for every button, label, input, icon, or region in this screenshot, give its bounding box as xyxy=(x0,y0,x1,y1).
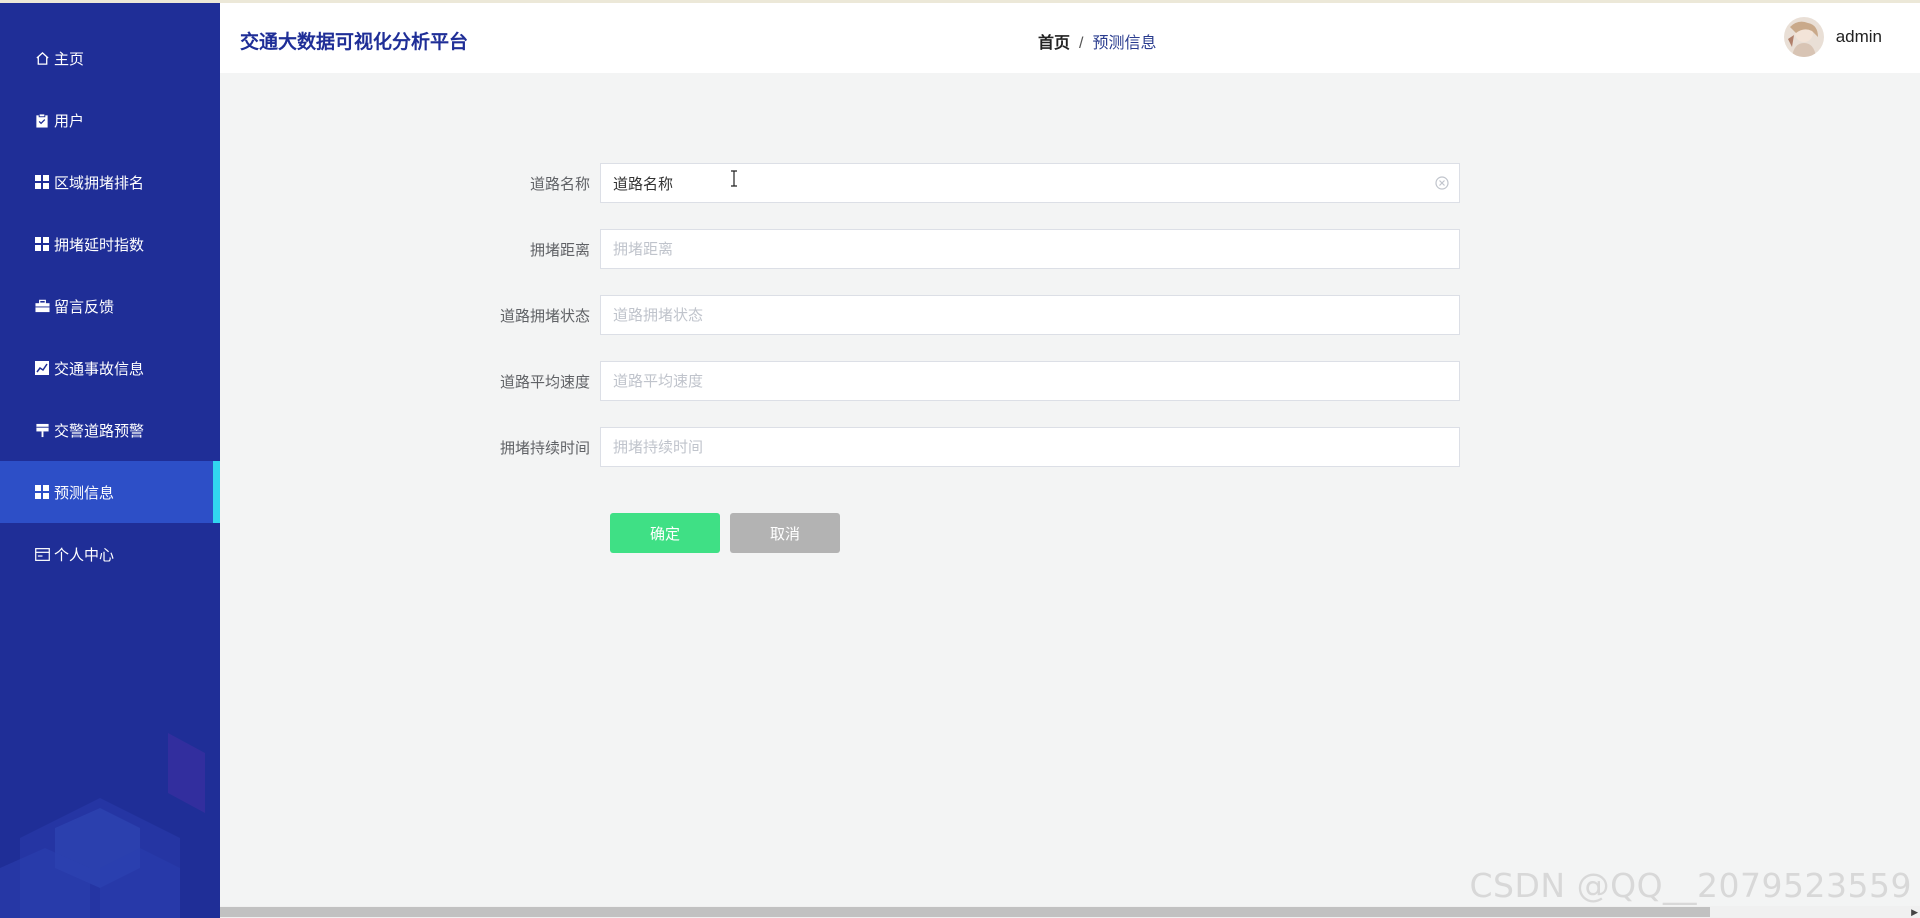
field-label: 道路平均速度 xyxy=(499,373,590,391)
card-icon xyxy=(34,546,50,562)
congestion-distance-input[interactable] xyxy=(613,231,1413,267)
sidebar-item-label: 用户 xyxy=(54,112,85,130)
form-row-congestion-status: 道路拥堵状态 xyxy=(470,295,1460,335)
briefcase-icon xyxy=(34,298,50,314)
form-actions: 确定 取消 xyxy=(610,513,840,553)
average-speed-input[interactable] xyxy=(613,363,1413,399)
sidebar-item-prediction[interactable]: 预测信息 xyxy=(0,461,220,523)
grid-icon xyxy=(34,174,50,190)
field-label: 拥堵持续时间 xyxy=(499,439,590,457)
congestion-duration-input[interactable] xyxy=(613,429,1413,465)
sidebar-menu: 主页 用户 区域拥堵排名 拥堵延时指数 留言反馈 交通事故信息 交警道路预警 预… xyxy=(0,3,220,585)
submit-button[interactable]: 确定 xyxy=(610,513,720,553)
decorative-cubes xyxy=(0,733,205,918)
app-title: 交通大数据可视化分析平台 xyxy=(240,32,469,53)
username: admin xyxy=(1835,27,1882,46)
scroll-right-icon[interactable]: ▶ xyxy=(1911,907,1918,918)
road-name-field[interactable] xyxy=(600,163,1460,203)
breadcrumb-home[interactable]: 首页 xyxy=(1038,35,1070,52)
sidebar-item-label: 交通事故信息 xyxy=(54,360,145,378)
breadcrumb-current: 预测信息 xyxy=(1092,35,1157,52)
horizontal-scrollbar[interactable]: ▶ xyxy=(220,906,1920,918)
grid-icon xyxy=(34,236,50,252)
form-row-congestion-duration: 拥堵持续时间 xyxy=(470,427,1460,467)
home-icon xyxy=(34,50,50,66)
field-label: 道路名称 xyxy=(529,175,590,193)
sidebar-item-delay-index[interactable]: 拥堵延时指数 xyxy=(0,213,220,275)
form-row-congestion-distance: 拥堵距离 xyxy=(470,229,1460,269)
sidebar-item-road-warning[interactable]: 交警道路预警 xyxy=(0,399,220,461)
prediction-form: 道路名称 拥堵距离 道路拥堵状态 道路平均速度 拥堵持续时间 xyxy=(470,163,1460,493)
header: 交通大数据可视化分析平台 首页 / 预测信息 admin xyxy=(220,3,1920,73)
watermark: CSDN @QQ__2079523559 xyxy=(1469,866,1912,905)
sidebar-item-label: 个人中心 xyxy=(54,546,115,564)
sidebar-item-label: 区域拥堵排名 xyxy=(54,174,145,192)
average-speed-field[interactable] xyxy=(600,361,1460,401)
clear-icon[interactable] xyxy=(1435,176,1449,194)
congestion-distance-field[interactable] xyxy=(600,229,1460,269)
sidebar-item-feedback[interactable]: 留言反馈 xyxy=(0,275,220,337)
sidebar-item-users[interactable]: 用户 xyxy=(0,89,220,151)
field-label: 道路拥堵状态 xyxy=(499,307,590,325)
form-row-road-name: 道路名称 xyxy=(470,163,1460,203)
sidebar-item-home[interactable]: 主页 xyxy=(0,27,220,89)
sidebar-item-label: 交警道路预警 xyxy=(54,422,145,440)
sidebar-item-label: 拥堵延时指数 xyxy=(54,236,145,254)
form-row-average-speed: 道路平均速度 xyxy=(470,361,1460,401)
sidebar-item-region-ranking[interactable]: 区域拥堵排名 xyxy=(0,151,220,213)
sidebar: 主页 用户 区域拥堵排名 拥堵延时指数 留言反馈 交通事故信息 交警道路预警 预… xyxy=(0,3,220,918)
sidebar-item-label: 留言反馈 xyxy=(54,298,115,316)
clipboard-icon xyxy=(34,112,50,128)
avatar xyxy=(1783,17,1824,57)
scrollbar-thumb[interactable] xyxy=(220,907,1710,917)
sign-icon xyxy=(34,422,50,438)
sidebar-item-label: 预测信息 xyxy=(54,484,115,502)
breadcrumb-separator: / xyxy=(1079,35,1084,52)
congestion-status-input[interactable] xyxy=(613,297,1413,333)
congestion-duration-field[interactable] xyxy=(600,427,1460,467)
grid-icon xyxy=(34,484,50,500)
congestion-status-field[interactable] xyxy=(600,295,1460,335)
sidebar-item-profile[interactable]: 个人中心 xyxy=(0,523,220,585)
breadcrumb: 首页 / 预测信息 xyxy=(1038,29,1156,53)
field-label: 拥堵距离 xyxy=(529,241,590,259)
sidebar-item-accidents[interactable]: 交通事故信息 xyxy=(0,337,220,399)
text-cursor-icon xyxy=(730,170,738,192)
sidebar-item-label: 主页 xyxy=(54,50,85,68)
user-menu[interactable]: admin xyxy=(1783,17,1882,57)
chart-icon xyxy=(34,360,50,376)
cancel-button[interactable]: 取消 xyxy=(730,513,840,553)
